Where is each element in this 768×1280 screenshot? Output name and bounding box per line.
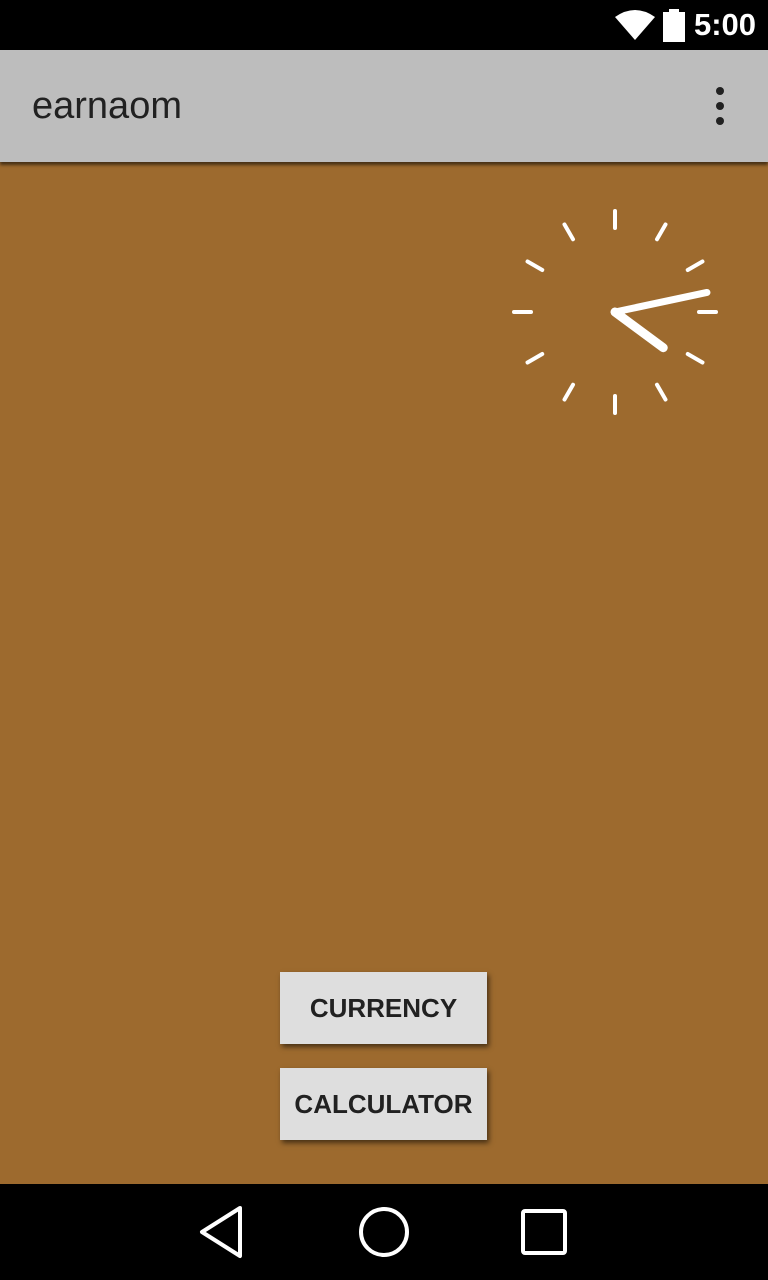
clock-tick — [655, 382, 668, 402]
clock-tick — [685, 259, 705, 272]
home-icon[interactable] — [356, 1204, 412, 1260]
more-vert-icon[interactable] — [700, 80, 740, 132]
clock-tick — [655, 222, 668, 242]
status-bar: 5:00 — [0, 0, 768, 50]
clock-tick — [525, 352, 545, 365]
clock-minute-hand — [611, 288, 711, 316]
recents-icon[interactable] — [516, 1204, 572, 1260]
app-title: earnaom — [32, 85, 182, 127]
clock-tick — [562, 382, 575, 402]
battery-icon — [663, 9, 685, 42]
back-icon[interactable] — [196, 1204, 252, 1260]
status-time: 5:00 — [693, 7, 756, 42]
clock-tick — [525, 259, 545, 272]
clock-hour-hand — [610, 307, 668, 353]
wifi-icon — [615, 10, 655, 40]
analog-clock — [512, 209, 718, 415]
calculator-button[interactable]: CALCULATOR — [280, 1068, 487, 1140]
navigation-bar — [0, 1184, 768, 1280]
app-bar: earnaom — [0, 50, 768, 162]
currency-button[interactable]: CURRENCY — [280, 972, 487, 1044]
clock-tick — [562, 222, 575, 242]
clock-tick — [685, 352, 705, 365]
